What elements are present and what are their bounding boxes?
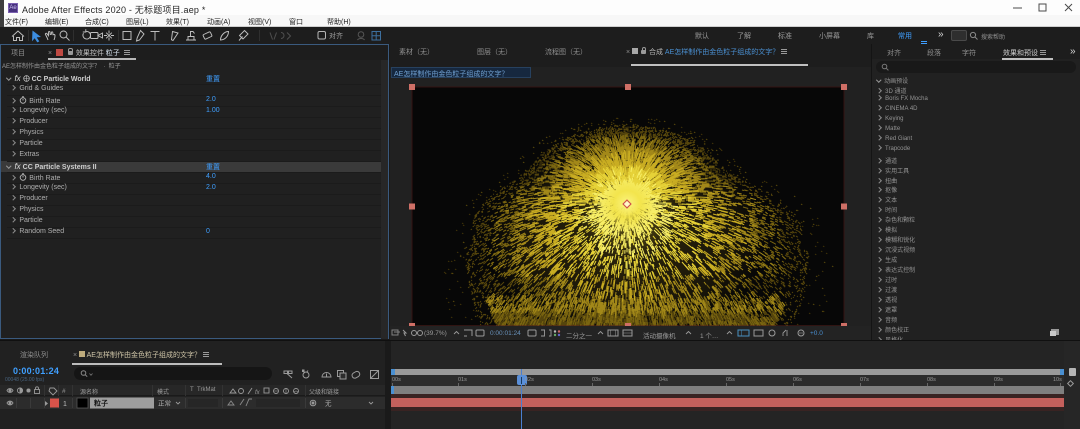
svg-text:fx: fx <box>255 390 261 396</box>
svg-text:正常: 正常 <box>158 399 171 408</box>
svg-text:粒子: 粒子 <box>94 399 108 408</box>
svg-text:无: 无 <box>325 400 332 408</box>
svg-text:#: # <box>62 388 66 395</box>
svg-text:1: 1 <box>63 401 67 408</box>
